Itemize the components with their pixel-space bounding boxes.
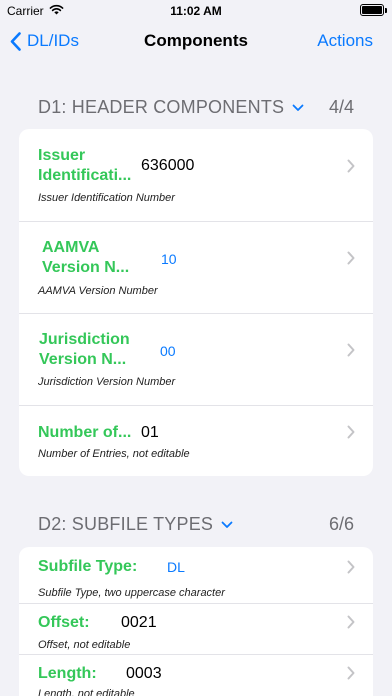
section-title: D2: SUBFILE TYPES bbox=[38, 514, 214, 534]
list-item[interactable]: Length: 0003 Length, not editable bbox=[19, 655, 373, 696]
back-button-label: DL/IDs bbox=[27, 31, 79, 50]
list-item[interactable]: Number of... 01 Number of Entries, not e… bbox=[19, 406, 373, 476]
status-time: 11:02 AM bbox=[170, 4, 222, 18]
list-item[interactable]: Jurisdiction Version N... 00 Jurisdictio… bbox=[19, 314, 373, 406]
list-item[interactable]: AAMVA Version N... 10 AAMVA Version Numb… bbox=[19, 222, 373, 314]
list-item[interactable]: Issuer Identificati... 636000 Issuer Ide… bbox=[19, 129, 373, 222]
field-description: AAMVA Version Number bbox=[38, 285, 158, 297]
actions-button[interactable]: Actions bbox=[317, 31, 373, 51]
chevron-down-icon bbox=[292, 104, 304, 111]
field-description: Jurisdiction Version Number bbox=[38, 376, 176, 388]
navigation-bar: DL/IDs Components Actions bbox=[0, 22, 392, 62]
chevron-right-icon bbox=[347, 666, 355, 680]
status-bar: Carrier 11:02 AM bbox=[0, 0, 392, 22]
field-description: Length, not editable bbox=[38, 688, 135, 696]
section-header-d1[interactable]: D1: HEADER COMPONENTS 4/4 bbox=[38, 97, 354, 118]
field-description: Offset, not editable bbox=[38, 639, 131, 651]
field-label: Length: bbox=[38, 665, 97, 682]
field-value: 01 bbox=[141, 424, 159, 441]
chevron-right-icon bbox=[347, 343, 355, 357]
list-item[interactable]: Offset: 0021 Offset, not editable bbox=[19, 604, 373, 655]
field-description: Subfile Type, two uppercase character bbox=[38, 587, 225, 599]
field-label: Subfile Type: bbox=[38, 558, 138, 575]
field-label: Number of... bbox=[38, 424, 132, 441]
field-value: DL bbox=[167, 559, 185, 575]
field-value: 00 bbox=[160, 343, 176, 359]
field-value: 0003 bbox=[126, 665, 162, 682]
field-description: Number of Entries, not editable bbox=[38, 448, 190, 460]
chevron-right-icon bbox=[347, 615, 355, 629]
field-value: 10 bbox=[161, 251, 177, 267]
chevron-right-icon bbox=[347, 425, 355, 439]
battery-icon bbox=[360, 4, 387, 16]
subfile-types-list: Subfile Type: DL Subfile Type, two upper… bbox=[19, 547, 373, 696]
section-header-d2[interactable]: D2: SUBFILE TYPES 6/6 bbox=[38, 514, 354, 535]
chevron-right-icon bbox=[347, 560, 355, 574]
chevron-down-icon bbox=[221, 521, 233, 528]
chevron-right-icon bbox=[347, 251, 355, 265]
header-components-list: Issuer Identificati... 636000 Issuer Ide… bbox=[19, 129, 373, 476]
field-label: Issuer Identificati... bbox=[38, 147, 132, 184]
section-title: D1: HEADER COMPONENTS bbox=[38, 97, 285, 117]
field-value: 0021 bbox=[121, 614, 157, 631]
list-item[interactable]: Subfile Type: DL Subfile Type, two upper… bbox=[19, 547, 373, 604]
back-button[interactable]: DL/IDs bbox=[10, 31, 79, 51]
section-count: 6/6 bbox=[328, 514, 354, 534]
chevron-left-icon bbox=[10, 31, 21, 51]
field-label: Jurisdiction Version N... bbox=[39, 331, 130, 368]
field-label: Offset: bbox=[38, 614, 90, 631]
field-description: Issuer Identification Number bbox=[38, 192, 175, 204]
section-count: 4/4 bbox=[328, 97, 354, 117]
field-value: 636000 bbox=[141, 157, 195, 174]
chevron-right-icon bbox=[347, 159, 355, 173]
field-label: AAMVA Version N... bbox=[42, 239, 130, 276]
